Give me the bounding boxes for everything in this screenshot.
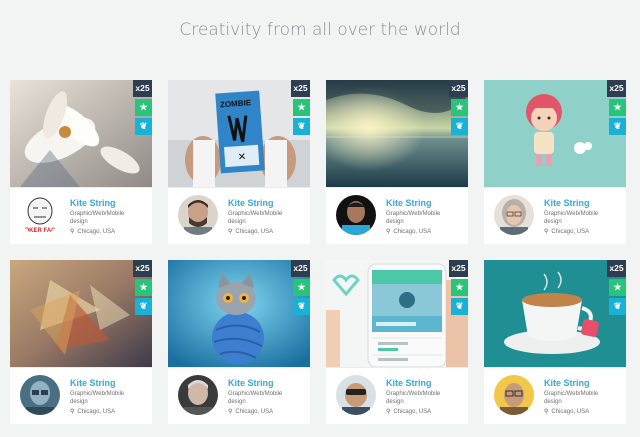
like-count-badge[interactable]: x25 [291,80,310,97]
divider [326,367,468,368]
location-text: Chicago, USA [551,409,590,415]
location-pin-icon: ⚲ [228,409,233,415]
star-icon[interactable]: ★ [609,99,626,116]
designer-location: ⚲ Chicago, USA [544,228,589,235]
like-count-badge[interactable]: x25 [449,80,468,97]
location-pin-icon: ⚲ [544,229,549,235]
divider [326,187,468,188]
artwork-image[interactable] [168,260,310,367]
paw-icon[interactable]: ❦ [451,118,468,135]
paw-icon[interactable]: ❦ [451,298,468,315]
artwork-image[interactable] [484,80,626,187]
artwork-image[interactable] [10,260,152,367]
designer-name-link[interactable]: Kite String [544,378,590,388]
divider [10,367,152,368]
location-text: Chicago, USA [77,409,116,415]
designer-name-link[interactable]: Kite String [70,198,116,208]
designer-role: Graphic/Web/Mobile design [386,391,441,405]
designer-name-link[interactable]: Kite String [386,378,432,388]
avatar[interactable]: POKER FACE [20,195,60,235]
star-icon[interactable]: ★ [609,279,626,296]
paw-icon[interactable]: ❦ [293,118,310,135]
location-text: Chicago, USA [235,409,274,415]
avatar-caption: POKER FACE [20,228,59,234]
artwork-image[interactable]: ZOMBIE ✕ [168,80,310,187]
designer-name-link[interactable]: Kite String [70,378,116,388]
portfolio-card[interactable]: x25 ★ ❦ Kite String Graphic/Web/Mobile d… [326,260,468,424]
location-pin-icon: ⚲ [386,409,391,415]
location-text: Chicago, USA [551,229,590,235]
location-pin-icon: ⚲ [70,229,75,235]
svg-text:✕: ✕ [237,152,246,164]
like-count-badge[interactable]: x25 [607,260,626,277]
designer-name-link[interactable]: Kite String [228,378,274,388]
paw-icon[interactable]: ❦ [609,298,626,315]
star-icon[interactable]: ★ [135,99,152,116]
designer-location: ⚲ Chicago, USA [228,408,273,415]
star-icon[interactable]: ★ [451,99,468,116]
divider [484,367,626,368]
artwork-image[interactable] [326,80,468,187]
designer-location: ⚲ Chicago, USA [544,408,589,415]
portfolio-card[interactable]: ZOMBIE ✕ x25 ★ ❦ Kite String Graphic/Web… [168,80,310,244]
star-icon[interactable]: ★ [135,279,152,296]
avatar[interactable] [494,195,534,235]
avatar[interactable] [178,195,218,235]
divider [484,187,626,188]
location-text: Chicago, USA [77,229,116,235]
divider [10,187,152,188]
designer-location: ⚲ Chicago, USA [386,408,431,415]
portfolio-card[interactable]: x25 ★ ❦ Kite String Graphic/Web/Mobile d… [484,80,626,244]
designer-role: Graphic/Web/Mobile design [70,391,125,405]
designer-role: Graphic/Web/Mobile design [228,211,283,225]
portfolio-card[interactable]: x25 ★ ❦ Kite String Graphic/Web/Mobile d… [10,260,152,424]
designer-role: Graphic/Web/Mobile design [228,391,283,405]
artwork-image[interactable] [10,80,152,187]
designer-role: Graphic/Web/Mobile design [386,211,441,225]
star-icon[interactable]: ★ [293,279,310,296]
paw-icon[interactable]: ❦ [135,298,152,315]
avatar[interactable] [336,195,376,235]
like-count-badge[interactable]: x25 [133,260,152,277]
artwork-image[interactable] [484,260,626,367]
location-pin-icon: ⚲ [544,409,549,415]
location-text: Chicago, USA [235,229,274,235]
like-count-badge[interactable]: x25 [449,260,468,277]
artwork-image[interactable] [326,260,468,367]
like-count-badge[interactable]: x25 [133,80,152,97]
divider [168,367,310,368]
avatar[interactable] [494,375,534,415]
divider [168,187,310,188]
paw-icon[interactable]: ❦ [609,118,626,135]
portfolio-card[interactable]: x25 ★ ❦ Kite String Graphic/Web/Mobile d… [484,260,626,424]
portfolio-card[interactable]: x25 ★ ❦ Kite String Graphic/Web/Mobile d… [326,80,468,244]
designer-role: Graphic/Web/Mobile design [544,211,599,225]
star-icon[interactable]: ★ [293,99,310,116]
designer-location: ⚲ Chicago, USA [228,228,273,235]
designer-location: ⚲ Chicago, USA [70,228,115,235]
designer-name-link[interactable]: Kite String [544,198,590,208]
portfolio-card[interactable]: x25 ★ ❦ POKER FACE Kite String Graphic/W… [10,80,152,244]
avatar[interactable] [20,375,60,415]
portfolio-card[interactable]: x25 ★ ❦ Kite String Graphic/Web/Mobile d… [168,260,310,424]
designer-location: ⚲ Chicago, USA [386,228,431,235]
page-title: Creativity from all over the world [179,20,461,40]
location-text: Chicago, USA [393,229,432,235]
designer-role: Graphic/Web/Mobile design [70,211,125,225]
designer-role: Graphic/Web/Mobile design [544,391,599,405]
paw-icon[interactable]: ❦ [135,118,152,135]
designer-name-link[interactable]: Kite String [228,198,274,208]
location-pin-icon: ⚲ [228,229,233,235]
location-pin-icon: ⚲ [70,409,75,415]
like-count-badge[interactable]: x25 [291,260,310,277]
location-text: Chicago, USA [393,409,432,415]
star-icon[interactable]: ★ [451,279,468,296]
location-pin-icon: ⚲ [386,229,391,235]
avatar[interactable] [336,375,376,415]
like-count-badge[interactable]: x25 [607,80,626,97]
designer-name-link[interactable]: Kite String [386,198,432,208]
avatar[interactable] [178,375,218,415]
designer-location: ⚲ Chicago, USA [70,408,115,415]
paw-icon[interactable]: ❦ [293,298,310,315]
